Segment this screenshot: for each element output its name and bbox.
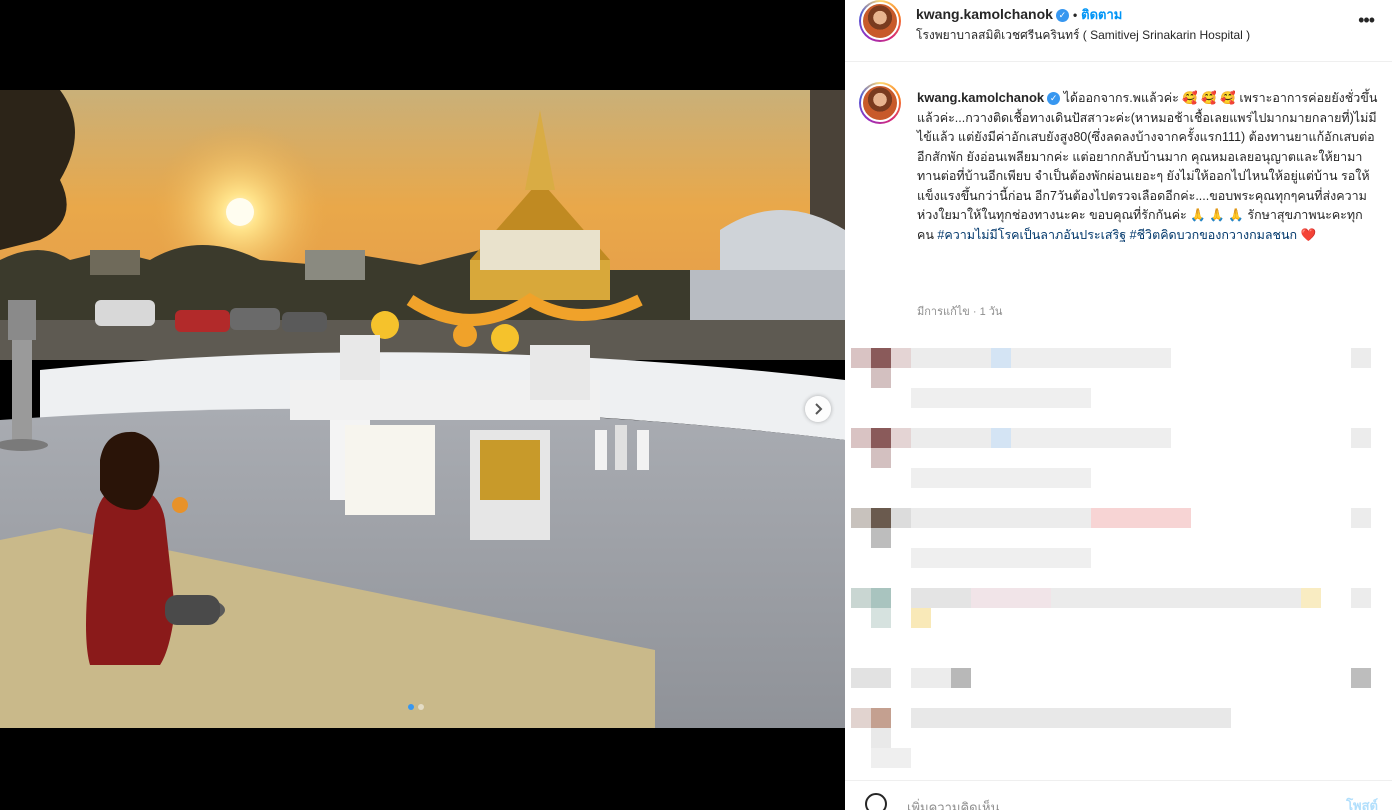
comment-like-blur bbox=[1351, 348, 1371, 368]
comment-text-blur bbox=[991, 428, 1011, 448]
comment-text-blur bbox=[951, 668, 971, 688]
comment-avatar-part bbox=[871, 428, 891, 448]
more-options-icon[interactable]: ••• bbox=[1358, 10, 1375, 31]
carousel-indicator bbox=[408, 704, 424, 710]
avatar[interactable] bbox=[859, 0, 901, 42]
post-media bbox=[0, 0, 845, 810]
comment-avatar bbox=[851, 428, 871, 448]
emoji-smile-icon[interactable] bbox=[865, 793, 887, 810]
post-sidebar: kwang.kamolchanok ✓ • ติดตาม โรงพยาบาลสมิติ… bbox=[845, 0, 1392, 810]
comment-avatar-part bbox=[891, 428, 911, 448]
comment-avatar bbox=[851, 508, 871, 528]
post-comment-button[interactable]: โพสต์ bbox=[1346, 795, 1378, 810]
comment-avatar-part bbox=[891, 508, 911, 528]
comment-avatar bbox=[851, 668, 891, 688]
comment-text-blur bbox=[871, 748, 911, 768]
comment-like-blur bbox=[1351, 428, 1371, 448]
comment-text-blur bbox=[911, 708, 1231, 728]
header-user-line: kwang.kamolchanok ✓ • ติดตาม bbox=[916, 4, 1122, 25]
comment-text-blur bbox=[911, 428, 991, 448]
hashtag-1[interactable]: #ความไม่มีโรคเป็นลาภอันประเสริฐ bbox=[937, 228, 1126, 242]
comment-list bbox=[845, 330, 1392, 780]
comment-avatar-part bbox=[871, 708, 891, 728]
location-link[interactable]: โรงพยาบาลสมิติเวชศรีนครินทร์ ( Samitivej… bbox=[916, 26, 1250, 45]
comment-avatar bbox=[851, 708, 871, 728]
caption-text-block: kwang.kamolchanok ✓ ได้ออกจากร.พแล้วค่ะ 🥰… bbox=[917, 88, 1378, 245]
post-caption: kwang.kamolchanok ✓ ได้ออกจากร.พแล้วค่ะ 🥰… bbox=[845, 62, 1392, 245]
post-header: kwang.kamolchanok ✓ • ติดตาม โรงพยาบาลสมิติ… bbox=[845, 0, 1392, 62]
comment-text-blur bbox=[991, 348, 1011, 368]
comment-text-blur bbox=[911, 548, 1091, 568]
comment-text-blur bbox=[1011, 428, 1171, 448]
comment-text-blur bbox=[971, 588, 1051, 608]
photo-image bbox=[0, 90, 845, 728]
caption-body: ได้ออกจากร.พแล้วค่ะ 🥰 🥰 🥰 เพราะอาการค่อย… bbox=[917, 91, 1378, 242]
carousel-dot-1 bbox=[408, 704, 414, 710]
post-meta: มีการแก้ไข · 1 วัน bbox=[917, 306, 1003, 318]
comment-avatar-part bbox=[871, 608, 891, 628]
comment-avatar-part bbox=[871, 588, 891, 608]
comment-bar: เพิ่มความคิดเห็น... โพสต์ bbox=[845, 780, 1392, 810]
caption-verified-icon: ✓ bbox=[1047, 92, 1061, 106]
verified-icon: ✓ bbox=[1055, 8, 1069, 22]
comment-text-blur bbox=[911, 508, 1091, 528]
heart-emoji: ❤️ bbox=[1300, 227, 1317, 242]
comment-avatar-part bbox=[871, 528, 891, 548]
add-comment-input[interactable]: เพิ่มความคิดเห็น... bbox=[907, 797, 1010, 810]
hashtag-2[interactable]: #ชีวิตคิดบวกของกวางกมลชนก bbox=[1130, 228, 1298, 242]
comment-text-blur bbox=[1011, 348, 1171, 368]
post-photo[interactable] bbox=[0, 90, 845, 728]
comment-like-blur bbox=[1351, 508, 1371, 528]
comment-avatar-part bbox=[871, 368, 891, 388]
comment-avatar-part bbox=[891, 348, 911, 368]
comment-avatar-part bbox=[871, 728, 891, 748]
comment-avatar bbox=[851, 588, 871, 608]
chevron-right-icon bbox=[815, 403, 823, 415]
carousel-dot-2 bbox=[418, 704, 424, 710]
comment-avatar-part bbox=[871, 448, 891, 468]
comment-avatar bbox=[851, 348, 871, 368]
comment-text-blur bbox=[911, 348, 991, 368]
follow-button[interactable]: ติดตาม bbox=[1081, 7, 1122, 22]
comment-text-blur bbox=[1091, 508, 1191, 528]
comment-avatar-part bbox=[871, 508, 891, 528]
comment-text-blur bbox=[911, 608, 931, 628]
comment-text-blur bbox=[1051, 588, 1301, 608]
header-username[interactable]: kwang.kamolchanok bbox=[916, 6, 1053, 22]
comment-text-blur bbox=[1301, 588, 1321, 608]
comment-avatar-part bbox=[871, 348, 891, 368]
comment-text-blur bbox=[911, 468, 1091, 488]
comment-text-blur bbox=[911, 388, 1091, 408]
comment-like-blur bbox=[1351, 588, 1371, 608]
caption-username[interactable]: kwang.kamolchanok bbox=[917, 90, 1044, 105]
next-slide-button[interactable] bbox=[805, 396, 831, 422]
bullet-separator: • bbox=[1072, 8, 1078, 22]
comment-like-blur bbox=[1351, 668, 1371, 688]
comment-text-blur bbox=[911, 588, 971, 608]
